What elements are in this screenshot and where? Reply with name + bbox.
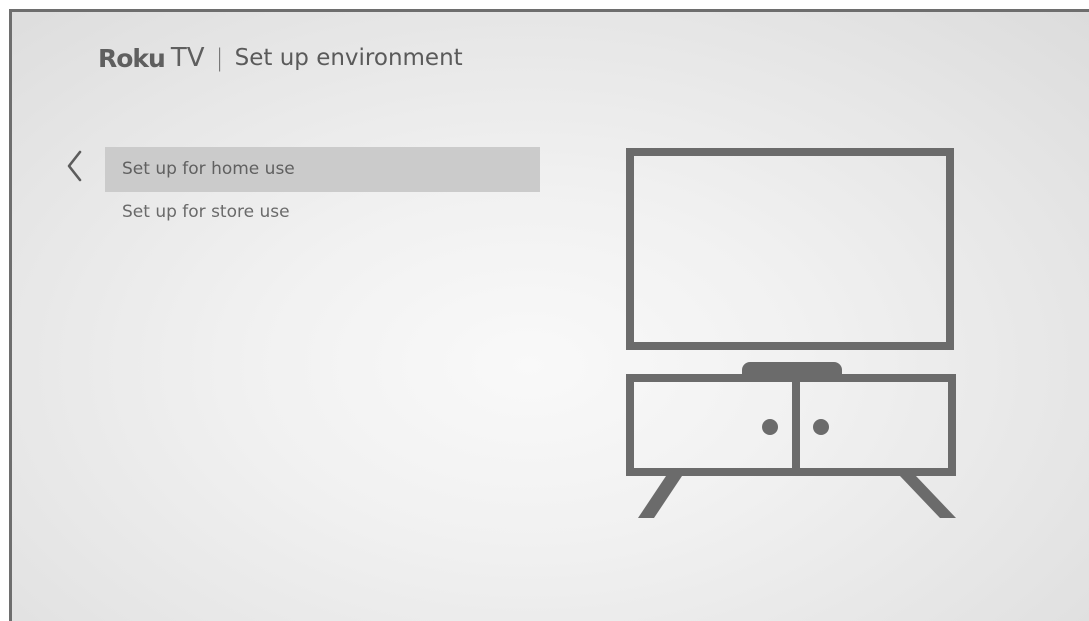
chevron-left-icon (67, 150, 82, 182)
menu-item-store-use[interactable]: Set up for store use (105, 190, 540, 235)
roku-tv-logo-suffix: TV (170, 43, 205, 73)
page-title: Set up environment (234, 45, 463, 71)
roku-logo: Roku (98, 43, 166, 73)
tv-stand-cabinet (626, 374, 956, 476)
setup-screen: Roku TV | Set up environment Set up for … (9, 9, 1089, 621)
header-separator: | (215, 44, 224, 72)
screen-header: Roku TV | Set up environment (98, 40, 463, 76)
tv-screen-frame (626, 148, 954, 350)
tv-on-stand-illustration (626, 148, 956, 518)
setup-options-menu: Set up for home use Set up for store use (105, 147, 540, 235)
stand-legs (638, 476, 956, 518)
menu-item-home-use[interactable]: Set up for home use (105, 147, 540, 192)
back-button[interactable] (62, 148, 88, 184)
